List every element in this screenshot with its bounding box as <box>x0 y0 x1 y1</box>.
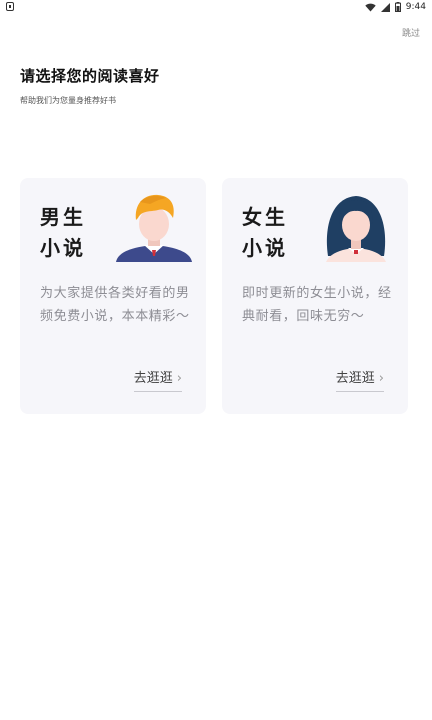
card-title-line1: 女生 <box>242 205 288 229</box>
page-title: 请选择您的阅读喜好 <box>20 67 160 85</box>
card-title-line2: 小说 <box>40 236 86 260</box>
browse-male-button[interactable]: 去逛逛 › <box>133 370 182 392</box>
screen: 9:44 跳过 请选择您的阅读喜好 帮助我们为您量身推荐好书 男生 小说 为大家… <box>0 0 432 720</box>
female-novel-card[interactable]: 女生 小说 即时更新的女生小说，经典耐看，回味无穷～ 去逛逛 › <box>222 178 408 414</box>
card-title: 女生 小说 <box>242 202 288 264</box>
browse-button-label: 去逛逛 <box>133 371 173 386</box>
male-avatar-icon <box>116 194 192 262</box>
notification-icon <box>6 2 14 11</box>
page-subtitle: 帮助我们为您量身推荐好书 <box>20 96 116 105</box>
female-avatar-icon <box>326 196 386 262</box>
card-description: 即时更新的女生小说，经典耐看，回味无穷～ <box>242 286 392 324</box>
browse-female-button[interactable]: 去逛逛 › <box>335 370 384 392</box>
signal-icon <box>380 2 390 12</box>
status-bar: 9:44 <box>0 0 432 14</box>
chevron-right-icon: › <box>378 371 384 386</box>
browse-button-label: 去逛逛 <box>335 371 375 386</box>
card-description: 为大家提供各类好看的男频免费小说，本本精彩～ <box>40 286 190 324</box>
wifi-icon <box>365 3 376 12</box>
battery-icon <box>394 2 401 12</box>
skip-button[interactable]: 跳过 <box>402 28 420 40</box>
chevron-right-icon: › <box>176 371 182 386</box>
card-title-line2: 小说 <box>242 236 288 260</box>
status-icons: 9:44 <box>365 1 426 13</box>
card-title-line1: 男生 <box>40 205 86 229</box>
status-time: 9:44 <box>405 2 426 12</box>
male-novel-card[interactable]: 男生 小说 为大家提供各类好看的男频免费小说，本本精彩～ 去逛逛 › <box>20 178 206 414</box>
card-title: 男生 小说 <box>40 202 86 264</box>
